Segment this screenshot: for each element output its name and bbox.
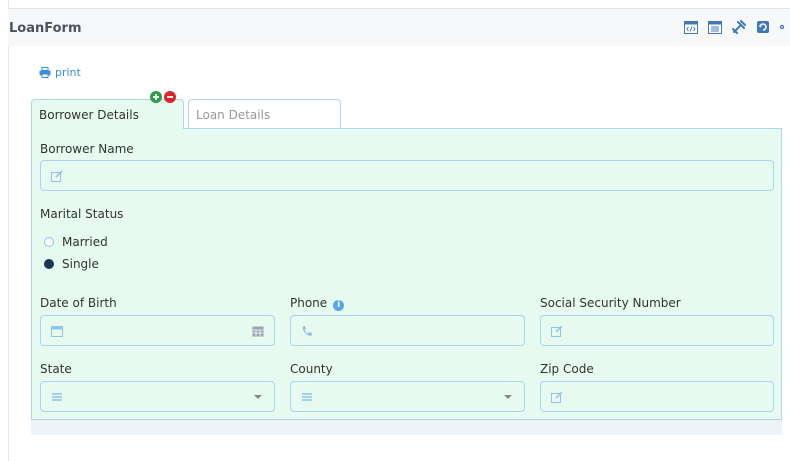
tab-loan-details[interactable]: Loan Details bbox=[188, 99, 341, 129]
edit-icon bbox=[551, 391, 563, 403]
radio-button bbox=[44, 237, 54, 247]
borrower-name-label: Borrower Name bbox=[40, 142, 134, 156]
state-label: State bbox=[40, 362, 72, 376]
radio-label: Married bbox=[62, 235, 108, 249]
radio-label: Single bbox=[62, 257, 99, 271]
ssn-label: Social Security Number bbox=[540, 296, 681, 310]
radio-married[interactable]: Married bbox=[44, 235, 108, 249]
form-view-icon[interactable] bbox=[707, 19, 723, 35]
add-tab-button[interactable] bbox=[150, 91, 162, 103]
borrower-details-panel: Borrower Name Marital Status Married Sin… bbox=[31, 128, 782, 420]
tab-borrower-details[interactable]: Borrower Details bbox=[31, 99, 184, 129]
zip-code-label: Zip Code bbox=[540, 362, 594, 376]
tab-label: Loan Details bbox=[196, 108, 271, 122]
radio-button bbox=[44, 259, 54, 269]
print-link[interactable]: print bbox=[39, 66, 81, 79]
calendar-picker-icon[interactable] bbox=[252, 325, 264, 337]
date-of-birth-field[interactable] bbox=[40, 315, 275, 346]
phone-field[interactable] bbox=[290, 315, 525, 346]
date-of-birth-label: Date of Birth bbox=[40, 296, 117, 310]
edit-icon bbox=[51, 170, 63, 182]
page-border bbox=[8, 0, 9, 461]
edit-icon bbox=[551, 325, 563, 337]
calendar-icon bbox=[51, 325, 63, 337]
plus-icon bbox=[153, 94, 159, 100]
phone-label-text: Phone bbox=[290, 296, 328, 310]
borrower-name-field[interactable] bbox=[40, 160, 774, 191]
print-label: print bbox=[55, 66, 81, 79]
zip-code-field[interactable] bbox=[540, 381, 774, 412]
printer-icon bbox=[39, 67, 51, 78]
phone-icon bbox=[301, 325, 313, 337]
county-label: County bbox=[290, 362, 333, 376]
list-icon bbox=[51, 391, 63, 403]
code-view-icon[interactable] bbox=[683, 19, 699, 35]
toolbar bbox=[683, 19, 785, 35]
minus-icon bbox=[167, 96, 173, 98]
panel-footer bbox=[31, 420, 782, 435]
tab-controls bbox=[150, 91, 176, 103]
marital-status-label: Marital Status bbox=[40, 207, 124, 221]
phone-label: Phone i bbox=[290, 296, 345, 311]
county-select[interactable] bbox=[290, 381, 525, 412]
form-title: LoanForm bbox=[9, 21, 82, 36]
title-bar: LoanForm bbox=[8, 8, 790, 46]
tab-label: Borrower Details bbox=[39, 108, 139, 122]
radio-single[interactable]: Single bbox=[44, 257, 99, 271]
info-icon[interactable]: i bbox=[333, 300, 345, 311]
ssn-field[interactable] bbox=[540, 315, 774, 346]
settings-icon[interactable] bbox=[779, 19, 785, 35]
chevron-down-icon bbox=[252, 391, 264, 403]
tools-icon[interactable] bbox=[731, 19, 747, 35]
chevron-down-icon bbox=[502, 391, 514, 403]
list-icon bbox=[301, 391, 313, 403]
state-select[interactable] bbox=[40, 381, 275, 412]
refresh-icon[interactable] bbox=[755, 19, 771, 35]
remove-tab-button[interactable] bbox=[164, 91, 176, 103]
